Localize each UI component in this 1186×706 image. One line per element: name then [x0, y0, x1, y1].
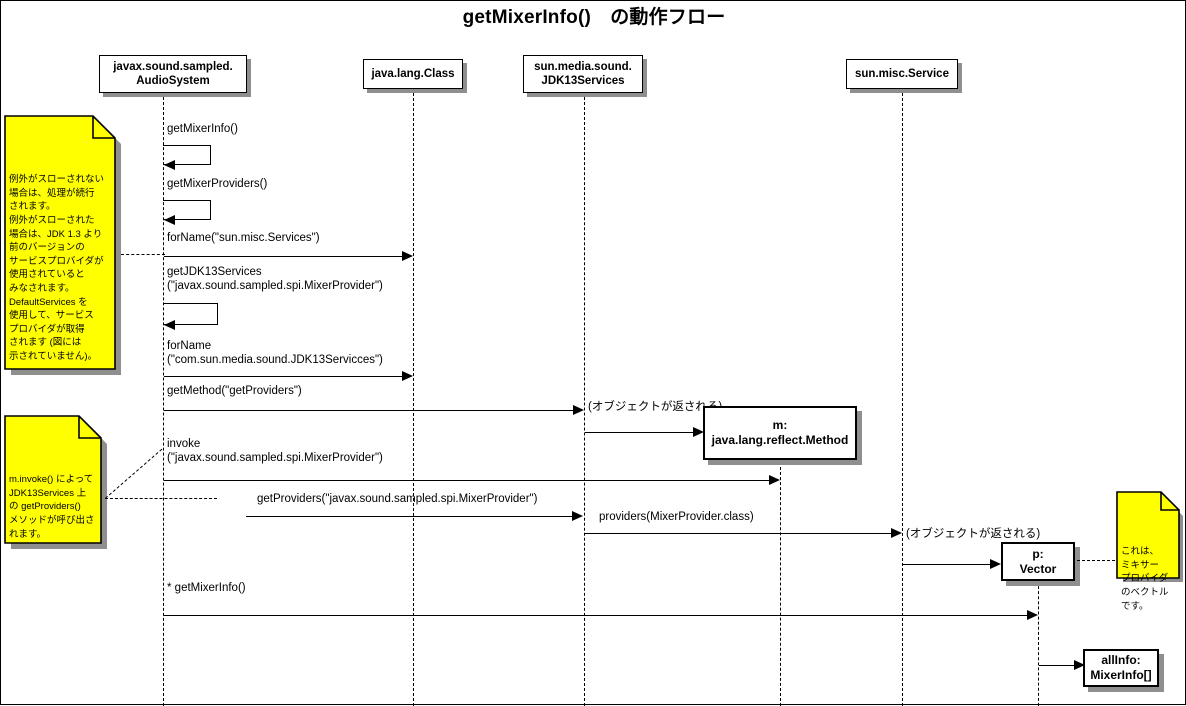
arrow-head-getmethod: [573, 405, 584, 415]
object-box-vector[interactable]: p: Vector: [1001, 542, 1075, 581]
arrow-head-getmixerproviders: [164, 215, 175, 225]
arrow-head-star-getmixerinfo: [1027, 610, 1038, 620]
message-label-getjdk13services: getJDK13Services ("javax.sound.sampled.s…: [167, 266, 383, 292]
note-connector-exception: [121, 254, 165, 255]
object-box-allinfo[interactable]: allInfo: MixerInfo[]: [1083, 649, 1159, 687]
message-label-star-getmixerinfo: * getMixerInfo(): [167, 582, 246, 594]
message-label-getmixerproviders: getMixerProviders(): [167, 178, 268, 190]
message-line-invoke: [164, 480, 774, 481]
lifeline-head-jdk13services[interactable]: sun.media.sound. JDK13Services: [523, 55, 643, 93]
arrow-head-forname-jdk13: [402, 371, 413, 381]
arrow-head-getproviders: [572, 511, 583, 521]
arrow-head-getmixerinfo: [164, 160, 175, 170]
message-line-return-object-2: [903, 564, 995, 565]
page-title: getMixerInfo() の動作フロー: [462, 7, 726, 28]
message-label-return-object-2: (オブジェクトが返される): [906, 528, 1041, 540]
lifeline-vector-object: [1038, 581, 1039, 706]
note-connector-invoke-diagonal: [105, 448, 163, 499]
message-line-getmethod: [164, 410, 580, 411]
message-line-forname-jdk13: [164, 376, 407, 377]
object-box-method[interactable]: m: java.lang.reflect.Method: [703, 406, 857, 460]
note-text-exception: 例外がスローされない 場合は、処理が続行 されます。 例外がスローされた 場合は…: [9, 174, 105, 362]
message-label-invoke: invoke ("javax.sound.sampled.spi.MixerPr…: [167, 438, 383, 464]
message-label-getmethod: getMethod("getProviders"): [167, 385, 302, 397]
message-label-getmixerinfo: getMixerInfo(): [167, 123, 238, 135]
message-line-star-getmixerinfo: [164, 615, 1032, 616]
arrow-head-forname-services: [402, 251, 413, 261]
message-line-providers: [585, 533, 895, 534]
arrow-head-providers: [891, 528, 902, 538]
lifeline-head-sunmiscservice[interactable]: sun.misc.Service: [846, 59, 958, 89]
message-line-forname-services: [164, 256, 407, 257]
note-text-invoke: m.invoke() によって JDK13Services 上 の getPro…: [9, 474, 95, 540]
message-label-getproviders: getProviders("javax.sound.sampled.spi.Mi…: [257, 493, 538, 505]
lifeline-head-audiosystem[interactable]: javax.sound.sampled. AudioSystem: [99, 55, 247, 93]
sequence-diagram-canvas: getMixerInfo() の動作フロー javax.sound.sample…: [0, 0, 1186, 706]
message-line-getproviders: [246, 516, 573, 517]
lifeline-head-javalangclass[interactable]: java.lang.Class: [363, 59, 463, 89]
message-label-forname-services: forName("sun.misc.Services"): [167, 232, 320, 244]
arrow-head-getjdk13services: [164, 320, 175, 330]
note-connector-vector: [1077, 560, 1115, 561]
lifeline-method-object: [780, 462, 781, 706]
note-connector-invoke-horizontal: [105, 498, 217, 499]
arrow-head-invoke: [769, 475, 780, 485]
message-line-return-object-1: [585, 432, 698, 433]
message-label-providers: providers(MixerProvider.class): [599, 511, 754, 523]
message-label-forname-jdk13: forName ("com.sun.media.sound.JDK13Servi…: [167, 340, 383, 366]
arrow-head-return-object-2: [990, 559, 1001, 569]
note-text-vector: これは、 ミキサー プロバイダ のベクトル です。: [1121, 546, 1169, 612]
